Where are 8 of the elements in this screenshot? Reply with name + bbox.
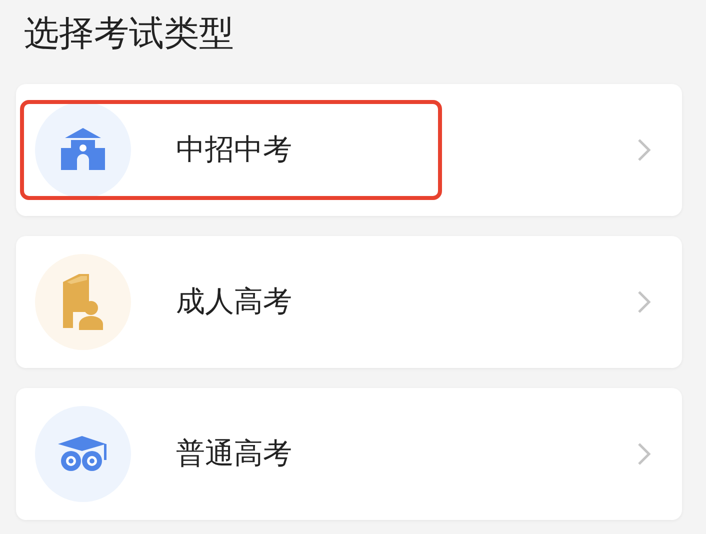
building-icon: [59, 128, 107, 172]
exam-type-option[interactable]: 中招中考: [16, 84, 682, 216]
exam-type-option[interactable]: 成人高考: [16, 236, 682, 368]
chevron-right-icon: [636, 289, 652, 315]
chevron-right-icon: [636, 137, 652, 163]
page-title: 选择考试类型: [24, 13, 235, 56]
exam-type-option[interactable]: 普通高考: [16, 388, 682, 520]
chevron-right-icon: [636, 441, 652, 467]
